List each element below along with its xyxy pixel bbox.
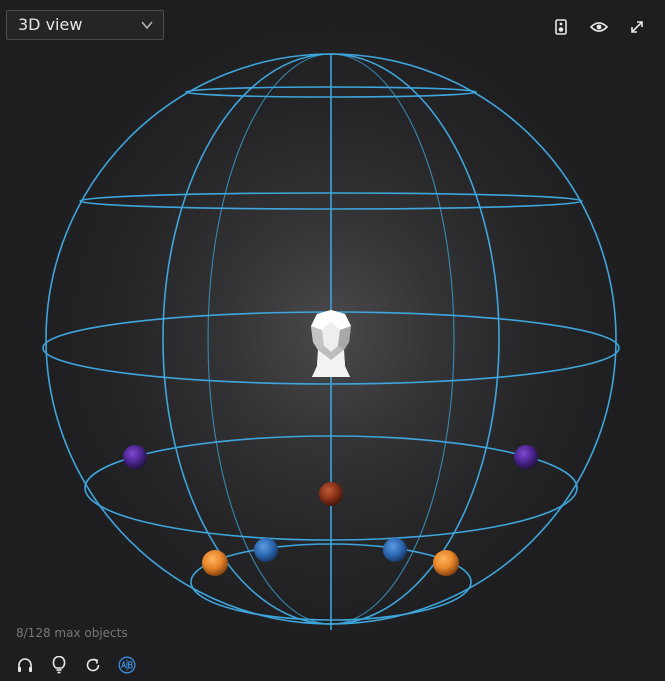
lightbulb-button[interactable] [50,655,68,675]
listener-head [311,310,351,377]
ab-compare-button[interactable] [118,655,136,675]
headphones-icon [18,658,32,672]
object-red-rear[interactable] [319,482,343,506]
speaker-button[interactable] [551,16,571,38]
ab-compare-icon [118,656,136,674]
object-purple-right[interactable] [514,445,538,469]
eye-icon [590,22,608,32]
headphones-button[interactable] [16,655,34,675]
chevron-down-icon [141,21,153,30]
expand-icon [631,21,643,33]
view-mode-dropdown[interactable]: 3D view [6,10,164,40]
view-mode-label: 3D view [18,15,83,34]
fullscreen-button[interactable] [627,16,647,38]
sphere-scene[interactable] [0,0,665,681]
object-purple-left[interactable] [123,445,147,469]
reset-icon [86,658,100,672]
object-blue-left[interactable] [254,538,278,562]
spatial-audio-panel: 3D view 8/128 max objects [0,0,665,681]
top-toolbar [551,16,647,38]
visibility-button[interactable] [589,16,609,38]
object-orange-right[interactable] [433,550,459,576]
object-count-status: 8/128 max objects [16,626,128,640]
speaker-icon [555,19,567,35]
reset-view-button[interactable] [84,655,102,675]
lightbulb-icon [52,656,66,674]
object-orange-left[interactable] [202,550,228,576]
object-blue-right[interactable] [383,538,407,562]
bottom-toolbar [16,655,136,675]
